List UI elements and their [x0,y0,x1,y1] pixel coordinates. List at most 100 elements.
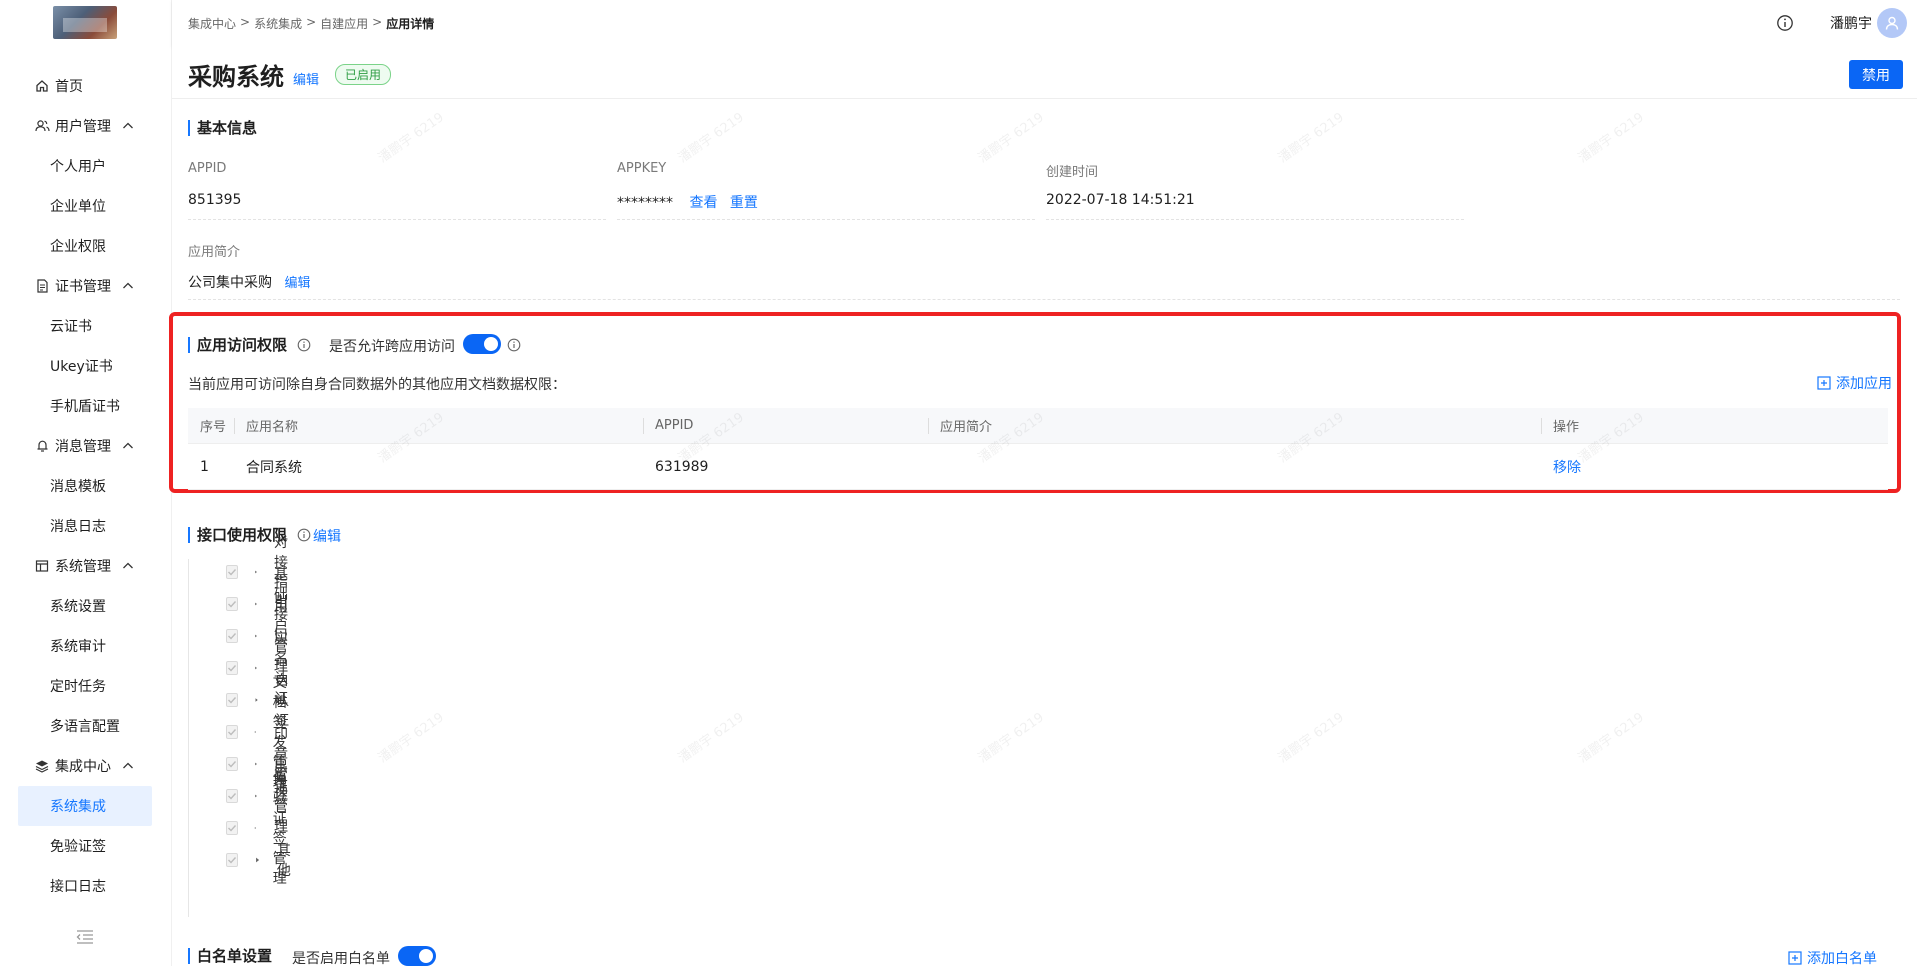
checkbox[interactable] [226,789,238,803]
caret-right-icon[interactable] [254,823,257,833]
sidebar-item-label: 系统集成 [50,799,106,815]
section-title-api-permissions: 接口使用权限 [188,527,287,543]
disable-button[interactable]: 禁用 [1849,60,1903,89]
view-appkey-link[interactable]: 查看 [689,195,717,211]
sidebar-item-message-logs[interactable]: 消息日志 [0,506,172,546]
add-whitelist-button[interactable]: 添加白名单 [1788,948,1877,966]
sidebar-item-message-templates[interactable]: 消息模板 [0,466,172,506]
sidebar-item-enterprises[interactable]: 企业单位 [0,186,172,226]
sidebar-item-mobile-shield-certificate[interactable]: 手机盾证书 [0,386,172,426]
cross-app-access-toggle[interactable] [463,334,501,354]
check-icon [228,665,237,672]
home-icon [34,78,50,94]
sidebar-group-user-management[interactable]: 用户管理 [0,106,172,146]
sidebar-item-label: 云证书 [50,319,92,335]
caret-right-icon[interactable] [254,663,258,673]
check-icon [228,697,237,704]
caret-right-icon[interactable] [254,727,257,737]
sidebar-item-system-settings[interactable]: 系统设置 [0,586,172,626]
sidebar-item-system-audit[interactable]: 系统审计 [0,626,172,666]
checkbox[interactable] [226,757,238,771]
collapse-menu-icon[interactable] [75,928,95,946]
access-description: 当前应用可访问除自身合同数据外的其他应用文档数据权限： [188,377,566,393]
checkbox[interactable] [226,693,238,707]
edit-title-link[interactable]: 编辑 [293,69,319,88]
chevron-up-icon [123,442,133,449]
sidebar-group-message-management[interactable]: 消息管理 [0,426,172,466]
sidebar-item-system-integration[interactable]: 系统集成 [18,786,152,826]
tree-node[interactable]: 其他 [226,843,296,879]
appid-value: 851395 [188,186,606,220]
remove-link[interactable]: 移除 [1553,457,1581,477]
breadcrumb-item[interactable]: 自建应用 [320,15,368,32]
add-whitelist-label: 添加白名单 [1807,951,1877,966]
checkbox[interactable] [226,853,238,867]
section-title-app-access: 应用访问权限 [188,337,287,353]
sidebar-item-cloud-certificate[interactable]: 云证书 [0,306,172,346]
check-icon [228,601,237,608]
info-icon[interactable] [297,338,311,352]
caret-right-icon[interactable] [254,599,258,609]
chevron-up-icon [123,282,133,289]
cross-app-access-label: 是否允许跨应用访问 [329,339,455,355]
sidebar-item-multilanguage[interactable]: 多语言配置 [0,706,172,746]
breadcrumb-separator: > [372,15,383,29]
created-time-text: 2022-07-18 14:51:21 [1046,192,1195,208]
sidebar-item-ukey-certificate[interactable]: Ukey证书 [0,346,172,386]
sidebar-group-integration-center[interactable]: 集成中心 [0,746,172,786]
sidebar-group-system-management[interactable]: 系统管理 [0,546,172,586]
status-badge: 已启用 [335,64,392,85]
checkbox[interactable] [226,597,238,611]
caret-right-icon[interactable] [254,855,261,865]
checkbox[interactable] [226,821,238,835]
checkbox[interactable] [226,629,238,643]
edit-intro-link[interactable]: 编辑 [284,276,310,291]
tree-node[interactable]: 免验证签管理 [226,771,296,887]
user-name[interactable]: 潘鹏宇 [1830,13,1872,33]
sidebar-item-scheduled-tasks[interactable]: 定时任务 [0,666,172,706]
checkbox[interactable] [226,661,238,675]
column-header: 序号 [200,420,227,435]
check-icon [228,761,237,768]
help-info-icon[interactable] [1776,14,1794,32]
info-icon[interactable] [507,338,521,352]
check-icon [228,569,237,576]
add-app-button[interactable]: 添加应用 [1817,373,1892,393]
caret-right-icon[interactable] [254,567,258,577]
breadcrumb-separator: > [306,15,317,29]
reset-appkey-link[interactable]: 重置 [730,195,758,211]
sidebar-item-personal-users[interactable]: 个人用户 [0,146,172,186]
users-icon [34,118,50,134]
sidebar-item-enterprise-permissions[interactable]: 企业权限 [0,226,172,266]
column-header: 应用简介 [928,408,1541,443]
whitelist-toggle[interactable] [398,946,436,966]
info-icon[interactable] [297,528,311,542]
sidebar-item-label: 企业权限 [50,239,106,255]
caret-right-icon[interactable] [254,695,259,705]
watermark-text: 潘鹏宇 6219 [375,710,447,767]
layers-icon [34,758,50,774]
watermark-text: 潘鹏宇 6219 [675,710,747,767]
certificate-icon [34,278,50,294]
breadcrumb-item[interactable]: 系统集成 [254,15,302,32]
checkbox[interactable] [226,565,238,579]
sidebar-item-verification-free-signing[interactable]: 免验证签 [0,826,172,866]
watermark-text: 潘鹏宇 6219 [375,110,447,167]
app-name: 合同系统 [246,459,302,476]
table-row: 1 合同系统 631989 移除 [188,444,1888,490]
sidebar-item-label: 系统管理 [55,559,111,575]
caret-right-icon[interactable] [254,759,258,769]
avatar[interactable] [1877,8,1907,38]
check-icon [228,729,237,736]
whitelist-enable-label: 是否启用白名单 [292,951,390,966]
edit-api-permissions-link[interactable]: 编辑 [313,526,341,546]
caret-right-icon[interactable] [254,791,258,801]
sidebar-group-certificate-management[interactable]: 证书管理 [0,266,172,306]
breadcrumb-item[interactable]: 集成中心 [188,15,236,32]
sidebar-item-api-logs[interactable]: 接口日志 [0,866,172,906]
checkbox[interactable] [226,725,238,739]
sidebar-item-home[interactable]: 首页 [0,66,172,106]
caret-right-icon[interactable] [254,631,258,641]
intro-label: 应用简介 [188,245,241,260]
watermark-text: 潘鹏宇 6219 [975,110,1047,167]
